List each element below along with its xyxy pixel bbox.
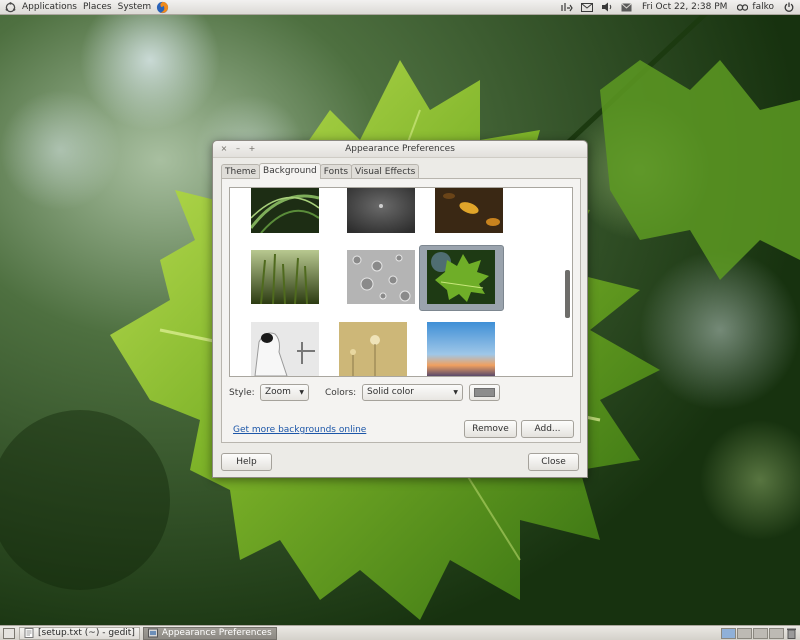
workspace-switcher (720, 627, 784, 639)
system-tray: Fri Oct 22, 2:38 PM falko (557, 0, 800, 15)
wallpaper-thumb-sunset-clouds[interactable] (427, 322, 495, 376)
taskbar-item-label: [setup.txt (~) - gedit] (38, 628, 135, 638)
power-icon[interactable] (784, 2, 794, 12)
tab-bar: Theme Background Fonts Visual Effects (221, 163, 420, 179)
volume-icon[interactable] (601, 2, 613, 12)
show-desktop-icon[interactable] (3, 627, 15, 639)
close-window-icon[interactable]: × (219, 144, 229, 154)
get-more-backgrounds-link[interactable]: Get more backgrounds online (233, 425, 366, 435)
add-button[interactable]: Add... (521, 420, 574, 438)
colors-dropdown-value: Solid color (367, 387, 414, 397)
gallery-scrollbar-thumb[interactable] (565, 270, 570, 318)
wallpaper-thumb-grass[interactable] (251, 250, 319, 304)
background-options-row: Style: Zoom ▼ Colors: Solid color ▼ (229, 384, 573, 402)
close-button[interactable]: Close (528, 453, 579, 471)
wallpaper-thumb-autumn-leaves[interactable] (435, 188, 503, 233)
tab-fonts[interactable]: Fonts (319, 164, 353, 179)
places-menu[interactable]: Places (80, 0, 115, 15)
firefox-icon[interactable] (156, 1, 169, 14)
bottom-panel: [setup.txt (~) - gedit] Appearance Prefe… (0, 625, 800, 640)
wallpaper-thumb-green-swirl[interactable] (251, 188, 319, 233)
color-swatch (474, 388, 495, 397)
style-dropdown-value: Zoom (265, 387, 291, 397)
wallpaper-thumb-water-drops[interactable] (347, 250, 415, 304)
colors-dropdown[interactable]: Solid color ▼ (362, 384, 463, 401)
wallpaper-thumb-dandelion[interactable] (339, 322, 407, 376)
taskbar-item-label: Appearance Preferences (161, 628, 272, 638)
wallpaper-thumb-dark-gray[interactable] (347, 188, 415, 233)
dropdown-arrow-icon: ▼ (453, 389, 458, 396)
style-dropdown[interactable]: Zoom ▼ (260, 384, 309, 401)
mail-icon[interactable] (580, 2, 593, 12)
main-menu: Applications Places System (0, 0, 169, 15)
workspace-4[interactable] (769, 627, 784, 639)
taskbar-item-gedit[interactable]: [setup.txt (~) - gedit] (19, 626, 140, 640)
workspace-1[interactable] (721, 627, 736, 639)
colors-label: Colors: (325, 388, 357, 398)
dialog-titlebar[interactable]: × – + Appearance Preferences (213, 141, 587, 158)
tab-background[interactable]: Background (259, 163, 321, 179)
user-icon (737, 3, 749, 12)
tab-visual-effects[interactable]: Visual Effects (351, 164, 420, 179)
text-editor-icon (24, 628, 34, 638)
wallpaper-thumb-green-leaf[interactable] (427, 250, 495, 304)
dropdown-arrow-icon: ▼ (299, 389, 304, 396)
help-button[interactable]: Help (221, 453, 272, 471)
workspace-2[interactable] (737, 627, 752, 639)
minimize-window-icon[interactable]: – (233, 144, 243, 154)
tab-theme[interactable]: Theme (221, 164, 261, 179)
system-menu[interactable]: System (115, 0, 155, 15)
dialog-title: Appearance Preferences (345, 144, 455, 154)
style-label: Style: (229, 388, 255, 398)
preferences-icon (147, 628, 158, 638)
wallpaper-gallery[interactable] (229, 187, 573, 377)
user-menu[interactable]: falko (752, 2, 774, 12)
maximize-window-icon[interactable]: + (247, 144, 257, 154)
network-icon[interactable] (561, 2, 573, 12)
appearance-preferences-dialog: × – + Appearance Preferences Theme Backg… (212, 140, 588, 478)
gallery-scrollbar[interactable] (563, 188, 572, 376)
remove-button[interactable]: Remove (464, 420, 517, 438)
window-buttons: × – + (219, 144, 261, 154)
ubuntu-logo-icon[interactable] (5, 1, 16, 13)
color-picker-button[interactable] (469, 384, 500, 401)
mail-notification-icon[interactable] (621, 2, 632, 12)
workspace-3[interactable] (753, 627, 768, 639)
applications-menu[interactable]: Applications (19, 0, 80, 15)
wallpaper-thumb-dog[interactable] (251, 322, 319, 376)
background-tab-panel: Style: Zoom ▼ Colors: Solid color ▼ Get … (221, 178, 581, 443)
clock[interactable]: Fri Oct 22, 2:38 PM (642, 2, 727, 12)
top-panel: Applications Places System Fri Oct 22, 2… (0, 0, 800, 15)
trash-icon[interactable] (787, 628, 796, 639)
taskbar-item-appearance-preferences[interactable]: Appearance Preferences (142, 626, 277, 640)
